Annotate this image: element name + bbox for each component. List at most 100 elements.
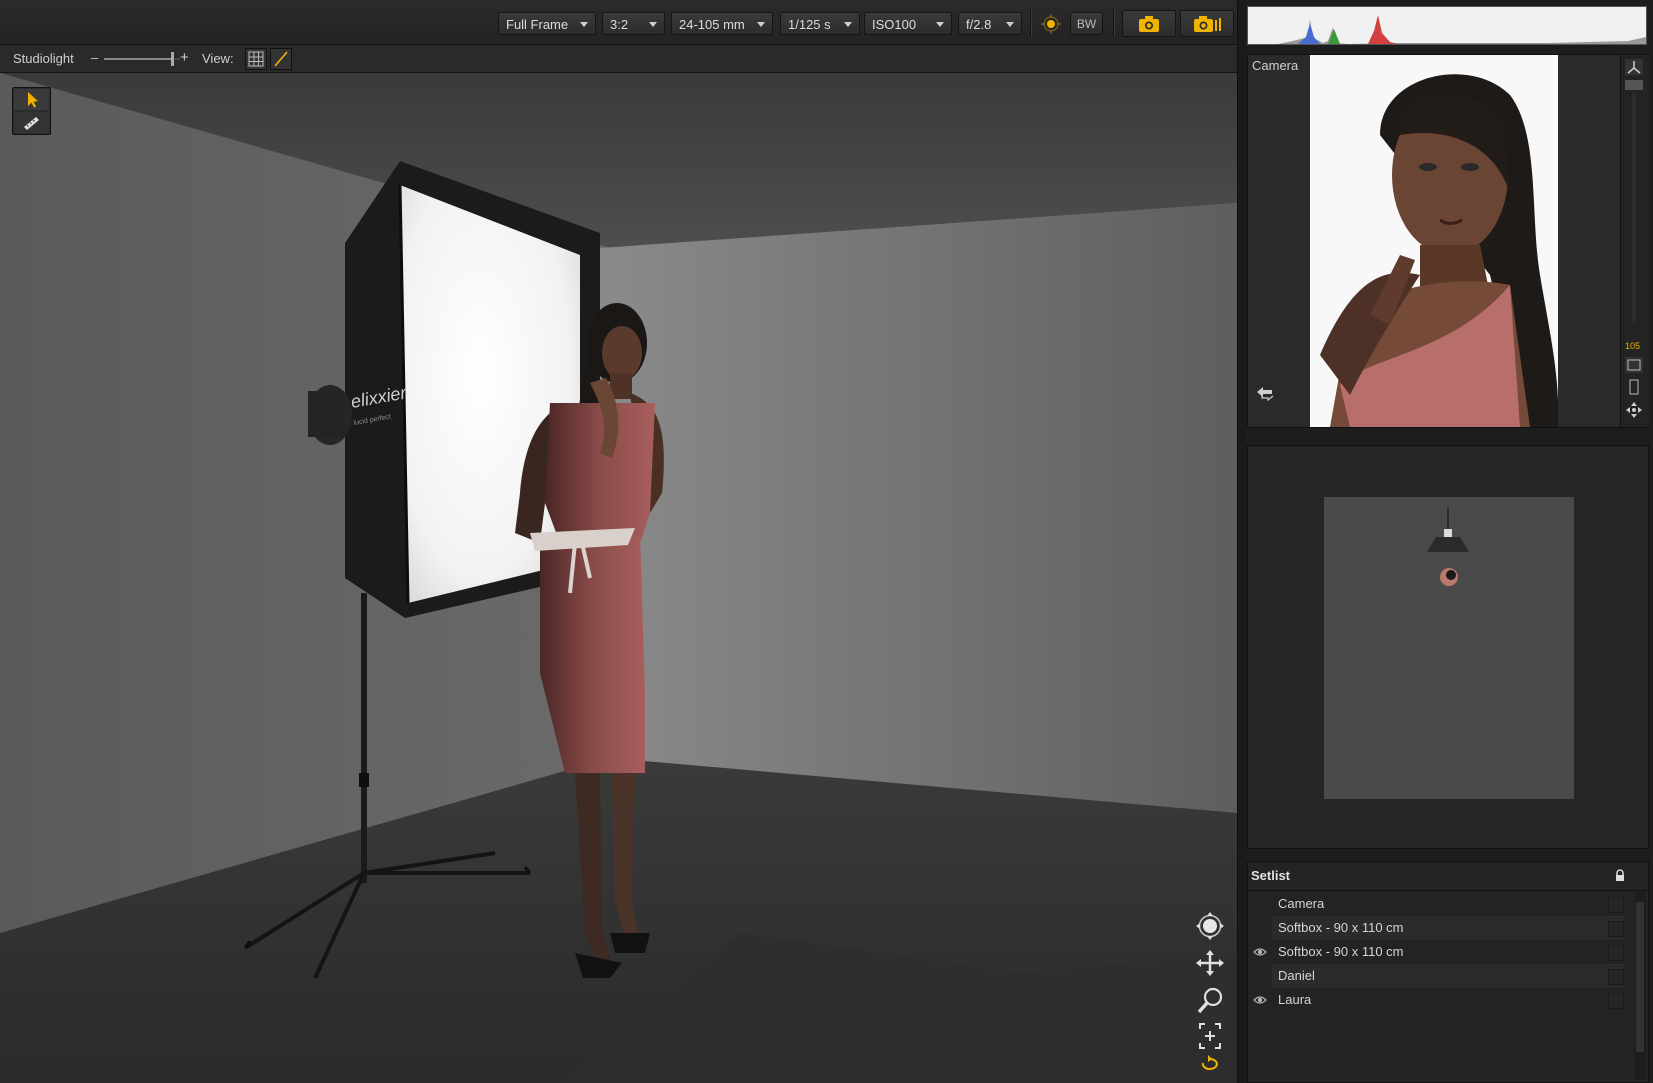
frame-button[interactable] <box>1625 357 1643 373</box>
aspect-value: 3:2 <box>610 17 629 32</box>
visibility-toggle[interactable] <box>1252 988 1268 1012</box>
portrait-button[interactable] <box>1625 379 1643 395</box>
bw-label: BW <box>1076 17 1097 31</box>
shutter-dropdown[interactable]: 1/125 s <box>780 12 860 35</box>
camera-toggle-button[interactable] <box>1625 59 1643 75</box>
camera-series-icon <box>1194 16 1221 32</box>
setlist-item[interactable]: Softbox - 90 x 110 cm <box>1272 916 1624 940</box>
camera-preview-panel: Camera 105 <box>1247 54 1649 428</box>
setlist-divider <box>1248 890 1648 891</box>
lock-checkbox[interactable] <box>1608 969 1624 985</box>
histogram-graph <box>1248 7 1646 44</box>
swap-view-icon[interactable] <box>1254 383 1276 403</box>
back-wall <box>600 203 1237 813</box>
lock-checkbox[interactable] <box>1608 945 1624 961</box>
setlist-rows: Camera Softbox - 90 x 110 cm Softbox - 90 … <box>1248 892 1648 1017</box>
move-icon <box>1626 402 1642 418</box>
camera-zoom-strip: 105 <box>1620 55 1649 427</box>
studiolight-slider-thumb[interactable] <box>171 52 175 66</box>
ruler-tool-button[interactable] <box>14 112 49 133</box>
studiolight-label: Studiolight <box>13 51 74 66</box>
aperture-dropdown[interactable]: f/2.8 <box>958 12 1022 35</box>
aspect-dropdown[interactable]: 3:2 <box>602 12 665 35</box>
view-label: View: <box>202 51 234 66</box>
sensor-dropdown[interactable]: Full Frame <box>498 12 596 35</box>
lock-checkbox[interactable] <box>1608 897 1624 913</box>
capture-series-button[interactable] <box>1180 10 1234 37</box>
camera-move-button[interactable] <box>1625 401 1643 419</box>
light-marker <box>1444 529 1452 537</box>
floor-plan <box>1324 497 1574 799</box>
softbox-marker <box>1427 537 1469 552</box>
diagonal-line-icon <box>274 51 288 67</box>
studio-scene: elixxier lucid perfect <box>0 73 1237 1083</box>
histogram <box>1247 6 1647 45</box>
iso-dropdown[interactable]: ISO100 <box>864 12 952 35</box>
setlist-item[interactable]: Softbox - 90 x 110 cm <box>1272 940 1624 964</box>
lock-icon[interactable] <box>1614 869 1626 882</box>
chevron-down-icon <box>649 22 657 27</box>
eye-icon <box>1253 948 1267 956</box>
fit-icon[interactable] <box>1192 1021 1228 1051</box>
eye-icon <box>1253 996 1267 1004</box>
top-toolbar: Full Frame 3:2 24-105 mm 1/125 s ISO100 … <box>0 0 1237 45</box>
visibility-toggle[interactable] <box>1252 964 1268 988</box>
chevron-down-icon <box>936 22 944 27</box>
frame-icon <box>1627 359 1641 371</box>
lock-checkbox[interactable] <box>1608 993 1624 1009</box>
setlist-panel: Setlist Camera Softbox - 90 x 110 cm Softb… <box>1247 861 1649 1083</box>
tool-palette <box>12 87 51 135</box>
visibility-toggle[interactable] <box>1252 940 1268 964</box>
camera-toggle-icon <box>1627 61 1641 74</box>
chevron-down-icon <box>844 22 852 27</box>
setlist-scroll-thumb[interactable] <box>1636 902 1644 1052</box>
zoom-track[interactable] <box>1632 93 1636 323</box>
bw-button[interactable]: BW <box>1070 12 1103 35</box>
pan-icon[interactable] <box>1192 948 1228 978</box>
chevron-down-icon <box>580 22 588 27</box>
portrait-icon <box>1629 379 1639 395</box>
studiolight-slider[interactable] <box>104 52 180 66</box>
setlist-item[interactable]: Laura <box>1272 988 1624 1012</box>
lens-value: 24-105 mm <box>679 17 745 32</box>
chevron-down-icon <box>1006 22 1014 27</box>
lens-dropdown[interactable]: 24-105 mm <box>671 12 773 35</box>
light-sun-icon[interactable] <box>1040 13 1062 35</box>
visibility-toggle[interactable] <box>1252 916 1268 940</box>
iso-value: ISO100 <box>872 17 917 32</box>
panel-splitter[interactable] <box>1237 0 1246 1083</box>
setlist-title: Setlist <box>1251 868 1291 883</box>
diagonal-view-button[interactable] <box>270 48 292 70</box>
visibility-toggle[interactable] <box>1252 892 1268 916</box>
studiolight-slider-fill <box>104 58 173 60</box>
grid-view-button[interactable] <box>245 48 267 70</box>
studiolight-minus-button[interactable]: – <box>91 50 98 65</box>
capture-button[interactable] <box>1122 10 1176 37</box>
camera-preview-image <box>1310 55 1558 427</box>
zoom-value: 105 <box>1625 341 1641 351</box>
setlist-item[interactable]: Camera <box>1272 892 1624 916</box>
aperture-value: f/2.8 <box>966 17 992 32</box>
setlist-scrollbar[interactable] <box>1635 892 1646 1080</box>
pointer-icon <box>28 92 38 108</box>
camera-panel-title: Camera <box>1252 58 1299 73</box>
studio-viewport[interactable]: elixxier lucid perfect <box>0 73 1237 1083</box>
zoom-handle[interactable] <box>1625 80 1643 90</box>
lock-checkbox[interactable] <box>1608 921 1624 937</box>
toolbar-divider <box>1030 9 1032 37</box>
setlist-item[interactable]: Daniel <box>1272 964 1624 988</box>
studiolight-bar: Studiolight – + View: <box>0 45 1237 73</box>
toolbar-divider <box>1113 9 1115 37</box>
shutter-value: 1/125 s <box>788 17 831 32</box>
top-view-map[interactable] <box>1247 445 1649 849</box>
orbit-icon[interactable] <box>1192 911 1228 941</box>
chevron-down-icon <box>757 22 765 27</box>
ruler-icon <box>24 117 39 130</box>
pointer-tool-button[interactable] <box>14 89 49 110</box>
zoom-icon[interactable] <box>1192 985 1228 1015</box>
grid-icon <box>248 51 264 67</box>
reset-icon[interactable] <box>1192 1051 1228 1081</box>
camera-icon <box>1139 16 1159 32</box>
sensor-value: Full Frame <box>506 17 569 32</box>
studiolight-plus-button[interactable]: + <box>180 49 189 66</box>
